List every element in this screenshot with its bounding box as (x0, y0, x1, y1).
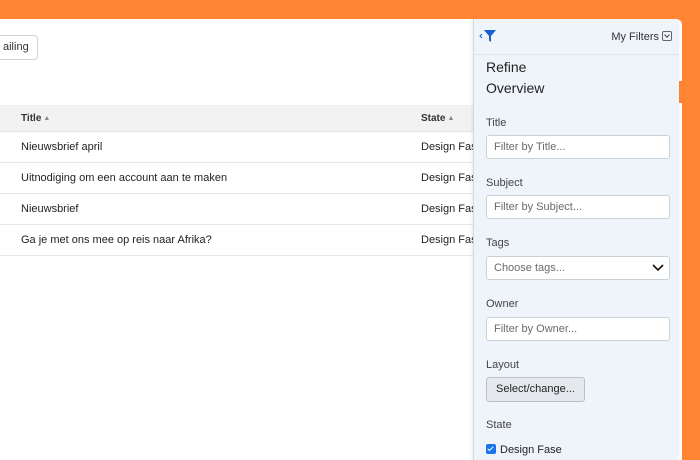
row-title[interactable]: Ga je met ons mee op reis naar Afrika? (21, 225, 212, 256)
sort-icon: ▲︎ (43, 115, 51, 122)
subject-filter-label: Subject (486, 177, 523, 189)
row-title[interactable]: Uitnodiging om een account aan te maken (21, 163, 227, 194)
state-filter-label: State (486, 419, 512, 431)
panel-title: Refine Overview (486, 59, 545, 96)
row-title[interactable]: Nieuwsbrief april (21, 132, 102, 163)
my-filters-dropdown[interactable]: My Filters (611, 31, 672, 43)
table-header: Title ▲︎ State ▲︎ (0, 105, 480, 132)
table-row[interactable]: Nieuwsbrief Design Fase (0, 194, 483, 225)
collapse-filter-icon[interactable] (479, 29, 497, 43)
filter-panel: My Filters Refine Overview Title Subject… (473, 19, 679, 460)
tags-select[interactable]: Choose tags... (486, 256, 670, 280)
title-filter-label: Title (486, 117, 507, 129)
state-option-design-fase[interactable]: Design Fase (486, 444, 562, 456)
owner-filter-label: Owner (486, 298, 519, 310)
table-row[interactable]: Uitnodiging om een account aan te maken … (0, 163, 483, 194)
checkbox-checked-icon[interactable] (486, 444, 496, 454)
row-title[interactable]: Nieuwsbrief (21, 194, 78, 225)
main-window: ailing Title ▲︎ State ▲︎ Nieuwsbrief april… (0, 19, 682, 460)
dropdown-icon (662, 31, 672, 41)
sort-icon: ▲︎ (447, 115, 455, 122)
chevron-down-icon (652, 264, 664, 272)
owner-filter-input[interactable] (486, 317, 670, 341)
subject-filter-input[interactable] (486, 195, 670, 219)
tags-filter-label: Tags (486, 237, 510, 249)
table-row[interactable]: Nieuwsbrief april Design Fase (0, 132, 483, 163)
mailings-table: Title ▲︎ State ▲︎ Nieuwsbrief april Design… (0, 105, 483, 256)
layout-filter-label: Layout (486, 359, 520, 371)
filter-panel-header: My Filters (474, 19, 679, 55)
column-header-title[interactable]: Title ▲︎ (21, 105, 50, 132)
table-row[interactable]: Ga je met ons mee op reis naar Afrika? D… (0, 225, 483, 256)
column-header-state[interactable]: State ▲︎ (421, 105, 454, 132)
title-filter-input[interactable] (486, 135, 670, 159)
select-layout-button[interactable]: Select/change... (486, 377, 585, 402)
mailing-button[interactable]: ailing (0, 35, 38, 60)
